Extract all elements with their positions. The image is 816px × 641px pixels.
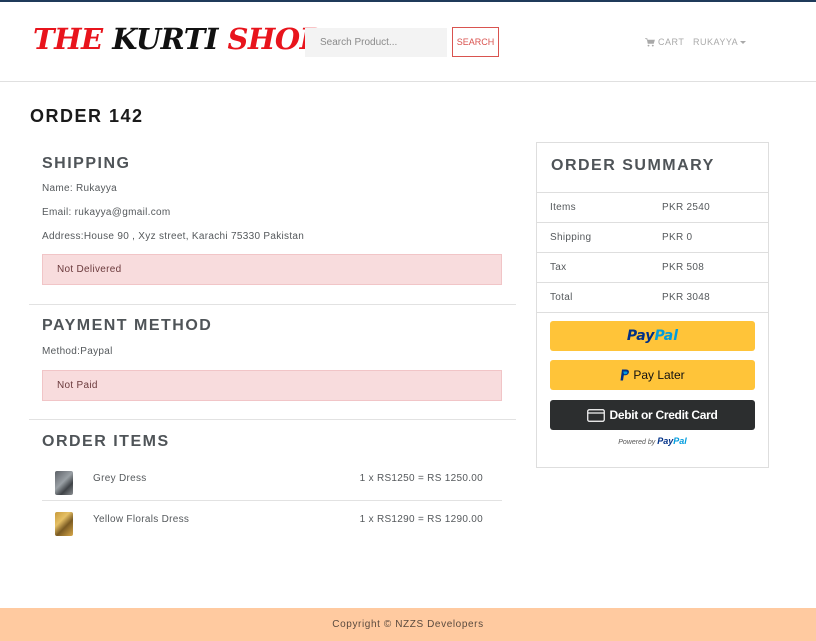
user-label: RUKAYYA [693, 37, 739, 47]
shipping-name: Name: Rukayya [42, 183, 118, 194]
footer: Copyright © NZZS Developers [0, 608, 816, 641]
brand-logo[interactable]: THE KURTI SHOP [33, 22, 321, 56]
cart-label: CART [658, 37, 685, 47]
summary-label: Shipping [550, 232, 592, 243]
product-name-link[interactable]: Yellow Florals Dress [93, 514, 189, 525]
product-name-link[interactable]: Grey Dress [93, 473, 147, 484]
navbar: THE KURTI SHOP SEARCH CART RUKAYYA [0, 2, 816, 82]
section-divider [29, 419, 516, 420]
paypal-p-icon [620, 369, 630, 381]
pay-later-label: Pay Later [633, 368, 685, 382]
section-divider [29, 304, 516, 305]
paypal-pay-later-button[interactable]: Pay Later [550, 360, 755, 390]
user-dropdown[interactable]: RUKAYYA [693, 37, 747, 47]
summary-row-tax: Tax PKR 508 [537, 252, 768, 282]
paypal-logo: PayPal [626, 328, 679, 344]
item-price: 1 x RS1290 = RS 1290.00 [359, 514, 483, 525]
summary-row-shipping: Shipping PKR 0 [537, 222, 768, 252]
summary-row-total: Total PKR 3048 [537, 282, 768, 312]
order-summary-heading: ORDER SUMMARY [551, 157, 715, 174]
order-item-row: Grey Dress 1 x RS1250 = RS 1250.00 [42, 461, 502, 501]
delivery-status-alert: Not Delivered [42, 254, 502, 285]
shopping-cart-icon [645, 37, 655, 46]
order-item-row: Yellow Florals Dress 1 x RS1290 = RS 129… [42, 502, 502, 542]
payment-status-alert: Not Paid [42, 370, 502, 401]
shipping-email: Email: rukayya@gmail.com [42, 207, 171, 218]
paypal-button[interactable]: PayPal [550, 321, 755, 351]
debit-credit-card-button[interactable]: Debit or Credit Card [550, 400, 755, 430]
order-items-heading: ORDER ITEMS [42, 433, 170, 450]
nav-cart-link[interactable]: CART [645, 37, 684, 47]
shipping-heading: SHIPPING [42, 155, 131, 172]
summary-value: PKR 3048 [662, 292, 710, 303]
product-image [55, 512, 73, 536]
payment-method: Method:Paypal [42, 346, 113, 357]
card-label: Debit or Credit Card [609, 408, 718, 422]
summary-value: PKR 0 [662, 232, 693, 243]
summary-label: Total [550, 292, 573, 303]
summary-label: Tax [550, 262, 567, 273]
summary-divider [537, 312, 768, 313]
shipping-address: Address:House 90 , Xyz street, Karachi 7… [42, 231, 305, 242]
copyright-text: Copyright © NZZS Developers [332, 619, 484, 630]
product-image [55, 471, 73, 495]
powered-by-paypal: Powered by PayPal [618, 436, 687, 446]
brand-part-1: THE KURTI [33, 22, 228, 56]
search-button[interactable]: SEARCH [452, 27, 499, 57]
summary-value: PKR 508 [662, 262, 705, 273]
item-price: 1 x RS1250 = RS 1250.00 [359, 473, 483, 484]
summary-value: PKR 2540 [662, 202, 710, 213]
credit-card-icon [587, 408, 606, 422]
caret-down-icon [740, 40, 747, 44]
page-title: ORDER 142 [30, 106, 144, 126]
search-input[interactable] [305, 28, 447, 57]
payment-heading: PAYMENT METHOD [42, 317, 213, 334]
summary-label: Items [550, 202, 576, 213]
summary-row-items: Items PKR 2540 [537, 192, 768, 222]
email-prefix: Email: [42, 207, 75, 218]
email-link[interactable]: rukayya@gmail.com [75, 207, 171, 218]
order-summary-card: ORDER SUMMARY Items PKR 2540 Shipping PK… [536, 142, 769, 468]
